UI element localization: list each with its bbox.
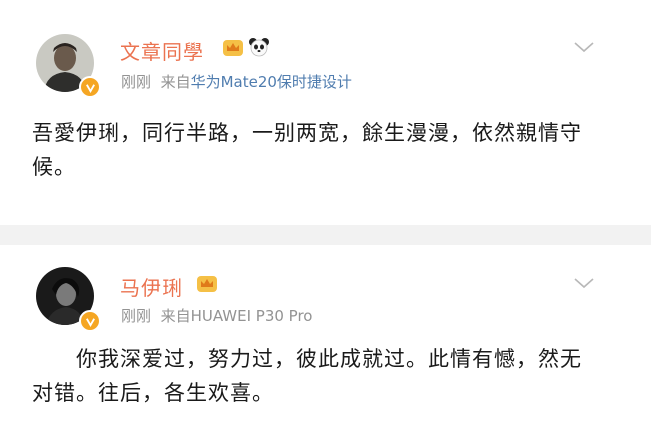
panda-icon bbox=[249, 38, 269, 57]
post-meta: 刚刚 来自华为Mate20保时捷设计 bbox=[121, 71, 352, 92]
from-label: 来自 bbox=[160, 307, 191, 325]
chevron-down-icon[interactable] bbox=[573, 276, 595, 290]
post-meta: 刚刚 来自HUAWEI P30 Pro bbox=[121, 305, 312, 326]
weibo-post bbox=[0, 0, 651, 225]
post-text: 你我深爱过，努力过，彼此成就过。此情有憾，然无对错。往后，各生欢喜。 bbox=[32, 347, 582, 405]
crown-icon bbox=[223, 40, 243, 56]
crown-icon bbox=[197, 276, 217, 292]
device-source-link[interactable]: HUAWEI P30 Pro bbox=[191, 307, 313, 325]
verified-badge-icon bbox=[79, 310, 101, 332]
verified-badge-icon bbox=[79, 76, 101, 98]
username[interactable]: 马伊琍 bbox=[120, 272, 183, 301]
from-label: 来自 bbox=[160, 73, 191, 91]
post-text: 吾愛伊琍，同行半路，一别两宽，餘生漫漫，依然親情守候。 bbox=[32, 121, 582, 179]
post-time: 刚刚 bbox=[121, 73, 152, 91]
post-time: 刚刚 bbox=[121, 307, 152, 325]
post-divider bbox=[0, 225, 651, 245]
chevron-down-icon[interactable] bbox=[573, 40, 595, 54]
username[interactable]: 文章同學 bbox=[120, 36, 204, 65]
device-source-link[interactable]: 华为Mate20保时捷设计 bbox=[191, 73, 352, 91]
